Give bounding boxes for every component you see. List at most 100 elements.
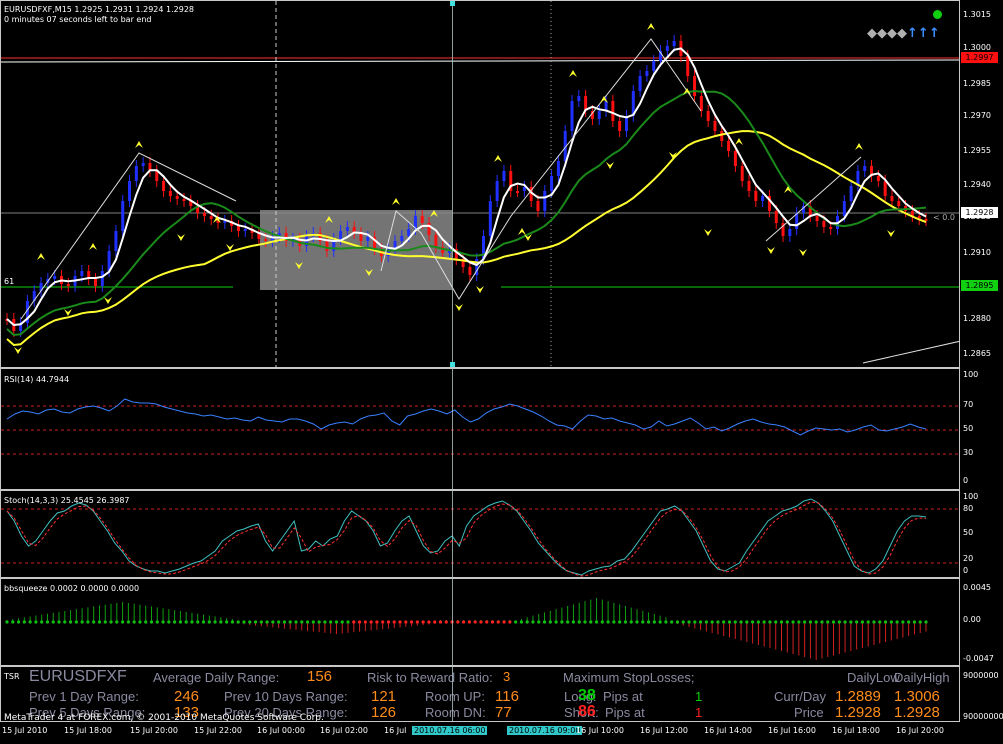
bbsqueeze-tick: 0.0045 <box>963 583 991 592</box>
price-bar <box>597 111 601 119</box>
bbsqueeze-dot <box>652 620 656 624</box>
bbsqueeze-dot <box>698 620 703 624</box>
price-bar <box>488 201 492 236</box>
price-bar <box>175 196 179 199</box>
prev10-value: 121 <box>371 688 397 705</box>
bbsqueeze-dot <box>924 620 928 624</box>
stochastic-pane[interactable]: Stoch(14,3,3) 25.4545 26.3987 <box>0 490 960 578</box>
copyright: MetaTrader 4 at FOREX.com, © 2001-2010 M… <box>4 713 324 722</box>
tsr-pane[interactable]: TSR EURUSDFXF Average Daily Range: 156 R… <box>0 666 960 722</box>
arrow-up-icon: ↑ <box>907 26 918 41</box>
stoch-tick: 0 <box>963 566 969 575</box>
bbsqueeze-dot <box>438 620 443 624</box>
fractal-up-arrow <box>392 198 400 205</box>
time-axis[interactable]: 15 Jul 2010 15 Jul 18:00 15 Jul 20:00 15 Ju… <box>0 722 1003 744</box>
price-bar <box>863 166 867 171</box>
bbsqueeze-dot <box>542 620 547 624</box>
bbsqueeze-dot <box>814 620 818 624</box>
bbsqueeze-dot <box>375 620 379 624</box>
fractal-up-arrow <box>37 253 45 260</box>
rsi-scale[interactable]: 100 70 50 30 0 <box>960 368 1003 490</box>
bbsqueeze-dot <box>317 620 321 624</box>
bbsqueeze-dot <box>514 620 518 624</box>
bbsqueeze-dot <box>589 620 593 624</box>
bbsqueeze-dot <box>346 620 350 624</box>
bbsqueeze-dot <box>508 620 512 624</box>
bbsqueeze-dot <box>820 620 824 624</box>
bbsqueeze-dot <box>427 620 431 624</box>
bbsqueeze-dot <box>386 620 391 624</box>
price-tick: 1.3015 <box>963 10 991 19</box>
bbsqueeze-dot <box>213 620 217 624</box>
bbsqueeze-dot <box>415 620 419 624</box>
bbsqueeze-dot <box>646 620 651 624</box>
price-bar <box>693 76 697 96</box>
price-chart-pane[interactable]: EURUSDFXF,M15 1.2925 1.2931 1.2924 1.292… <box>0 0 960 368</box>
rsi-tick: 30 <box>963 448 974 457</box>
bbsqueeze-dot <box>537 620 541 624</box>
bbsqueeze-dot <box>658 620 662 624</box>
bbsqueeze-dot <box>74 620 78 624</box>
bbsqueeze-dot <box>693 620 697 624</box>
crosshair-handle-bottom[interactable] <box>450 362 455 367</box>
bbsqueeze-dot <box>473 620 477 624</box>
price-bar <box>134 166 138 181</box>
price-bar <box>495 181 499 201</box>
price-bar <box>638 76 642 91</box>
tsr-scale[interactable]: 9000000 90000000 <box>960 666 1003 722</box>
fractal-down-arrow <box>767 247 775 254</box>
daily-low-label: DailyLow <box>847 670 900 685</box>
bbsqueeze-dot <box>201 620 206 624</box>
time-axis-label: 16 Jul 20:00 <box>896 726 944 735</box>
time-axis-label: 16 Jul 16:00 <box>768 726 816 735</box>
bbsqueeze-dot <box>901 620 905 624</box>
bbsqueeze-dot <box>635 620 639 624</box>
rsi-tick: 50 <box>963 424 974 433</box>
bbsqueeze-dot <box>629 620 633 624</box>
bbsqueeze-dot <box>190 620 194 624</box>
bbsqueeze-dot <box>883 620 888 624</box>
bbsqueeze-dot <box>196 620 200 624</box>
bbsqueeze-dot <box>664 620 668 624</box>
bbsqueeze-dot <box>138 620 142 624</box>
rsi-tick: 0 <box>963 476 969 485</box>
bbsqueeze-dot <box>207 620 211 624</box>
bbsqueeze-dot <box>248 620 252 624</box>
bbsqueeze-pane[interactable]: bbsqueeze 0.0002 0.0000 0.0000 <box>0 578 960 666</box>
crosshair-handle-top[interactable] <box>450 1 455 6</box>
bbsqueeze-dot <box>288 620 292 624</box>
price-bar <box>740 166 744 181</box>
bbsqueeze-dot <box>80 620 84 624</box>
bbsqueeze-dot <box>912 620 917 624</box>
fractal-up-arrow <box>569 70 577 77</box>
price-bar <box>427 223 431 235</box>
price-bar <box>264 239 268 241</box>
price-bar <box>114 231 118 251</box>
bbsqueeze-title: bbsqueeze 0.0002 0.0000 0.0000 <box>4 584 140 593</box>
price-bar <box>665 46 669 51</box>
price-high: 1.2928 <box>894 704 940 721</box>
price-bar <box>570 101 574 131</box>
price-bar <box>815 216 819 221</box>
fractal-down-arrow <box>64 309 72 316</box>
bbsqueeze-dot <box>849 620 853 624</box>
bbsqueeze-scale[interactable]: 0.0045 0.00 -0.0047 <box>960 578 1003 666</box>
price-tick: 1.2880 <box>963 314 991 323</box>
fractal-down-arrow <box>14 347 22 354</box>
bbsqueeze-dot <box>277 620 281 624</box>
bbsqueeze-dot <box>554 620 558 624</box>
bbsqueeze-dot <box>173 620 177 624</box>
fractal-up-arrow <box>518 228 526 235</box>
adr-label: Average Daily Range: <box>153 670 280 685</box>
bbsqueeze-dot <box>571 620 576 624</box>
fractal-up-arrow <box>135 141 143 148</box>
rsi-pane[interactable]: RSI(14) 44.7944 <box>0 368 960 490</box>
price-chart-canvas <box>1 1 959 367</box>
stoch-scale[interactable]: 100 80 50 20 0 <box>960 490 1003 578</box>
bbsqueeze-dot <box>323 620 327 624</box>
price-bar <box>842 201 846 216</box>
bbsqueeze-dot <box>797 620 801 624</box>
price-bar <box>706 111 710 121</box>
bbsqueeze-dot <box>5 620 9 624</box>
room-up-label: Room UP: <box>425 689 485 704</box>
